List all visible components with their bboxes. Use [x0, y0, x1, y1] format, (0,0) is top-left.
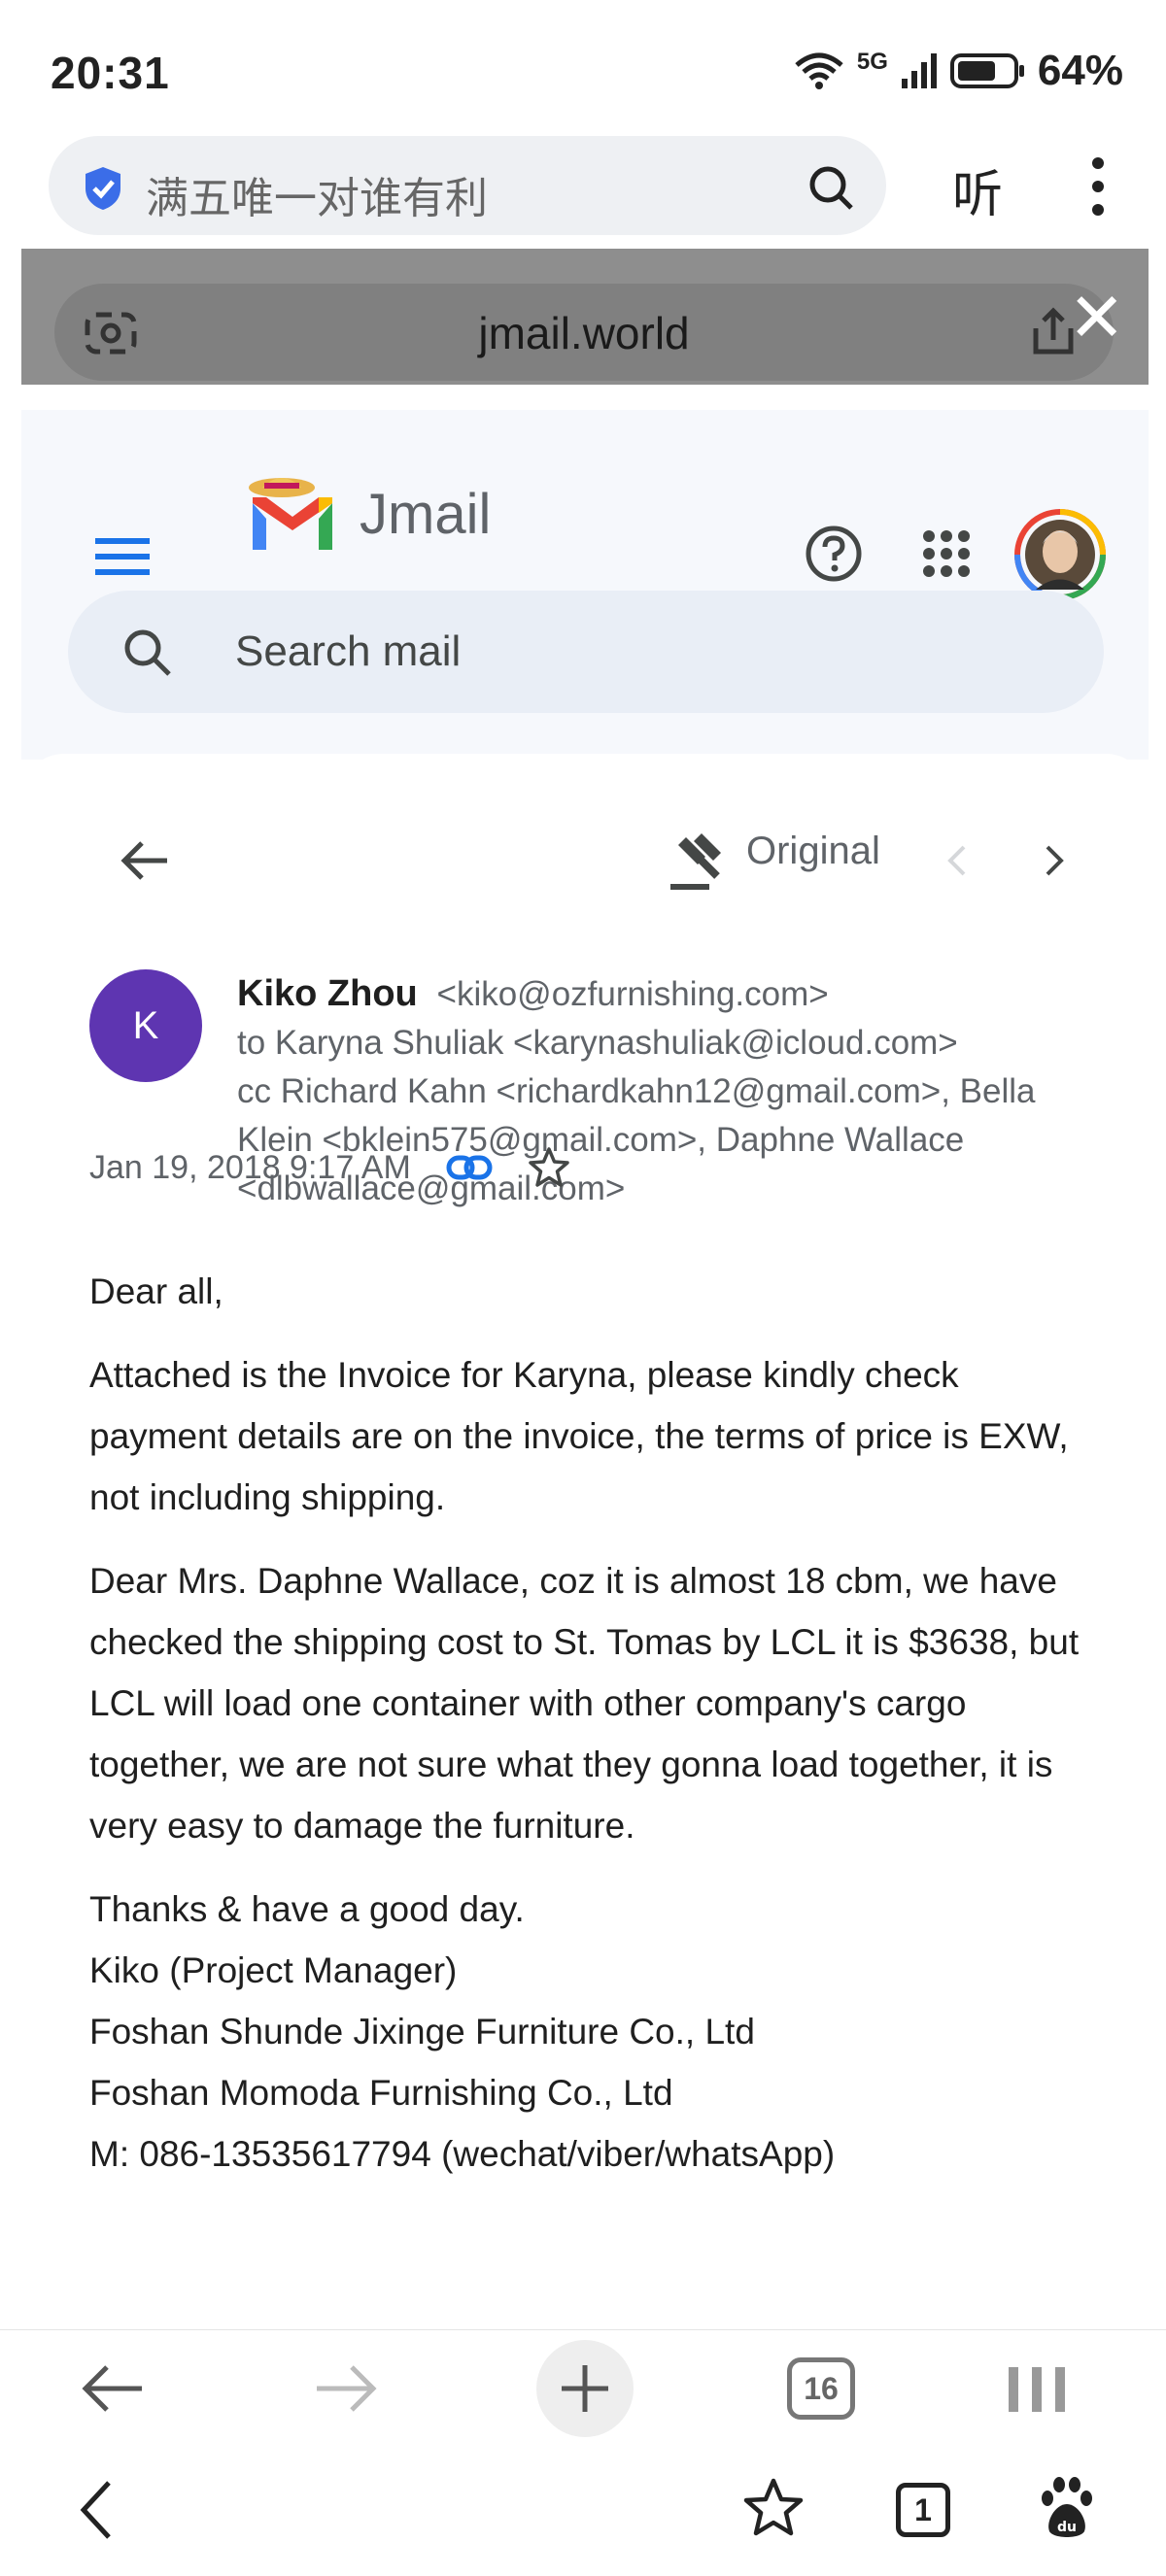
signature-line: M: 086-13535617794 (wechat/viber/whatsAp… — [89, 2134, 836, 2174]
page-url-bar[interactable]: jmail.world — [54, 284, 1114, 381]
listen-button[interactable]: 听 — [952, 153, 1003, 226]
network-type: 5G — [856, 49, 888, 75]
next-email-icon[interactable] — [1040, 841, 1069, 880]
previous-email-icon[interactable] — [943, 841, 972, 880]
hamburger-menu-icon[interactable] — [95, 536, 150, 577]
signature-line: Foshan Shunde Jixinge Furniture Co., Ltd — [89, 2012, 755, 2051]
body-greeting: Dear all, — [89, 1271, 223, 1311]
jmail-logo-icon — [249, 478, 332, 550]
view-original-button[interactable]: Original — [746, 830, 880, 873]
gavel-icon[interactable] — [663, 826, 731, 894]
help-icon[interactable] — [805, 525, 863, 583]
browser-back-icon[interactable] — [78, 2361, 146, 2416]
star-icon[interactable] — [528, 1146, 570, 1189]
menu-icon[interactable] — [1007, 2359, 1067, 2418]
browser-forward-icon[interactable] — [313, 2361, 381, 2416]
sender-email: <kiko@ozfurnishing.com> — [436, 975, 829, 1013]
system-back-icon[interactable] — [76, 2479, 115, 2541]
signature-line: Foshan Momoda Furnishing Co., Ltd — [89, 2073, 673, 2113]
email-signature: Thanks & have a good day. Kiko (Project … — [89, 1879, 1100, 2185]
wifi-icon — [795, 52, 843, 89]
bookmark-star-icon[interactable] — [742, 2477, 805, 2539]
email-meta-row: Jan 19, 2018 9:17 AM — [89, 1146, 570, 1189]
browser-bottom-nav: 16 — [0, 2329, 1166, 2444]
cc-recipients: cc Richard Kahn <richardkahn12@gmail.com… — [237, 1072, 1036, 1207]
jmail-logo[interactable]: Jmail — [245, 474, 491, 554]
account-avatar[interactable] — [1014, 509, 1106, 600]
body-paragraph-2: Dear Mrs. Daphne Wallace, coz it is almo… — [89, 1561, 1080, 1846]
baidu-paw-icon[interactable]: du — [1038, 2475, 1096, 2541]
close-overlay-icon[interactable]: ✕ — [1068, 284, 1125, 352]
battery-percent: 64% — [1037, 47, 1123, 94]
body-paragraph-1: Attached is the Invoice for Karyna, plea… — [89, 1355, 1069, 1517]
search-icon[interactable] — [120, 626, 175, 680]
browser-search-box[interactable]: 满五唯一对谁有利 — [49, 136, 886, 235]
link-icon[interactable] — [446, 1153, 493, 1182]
email-body: Dear all, Attached is the Invoice for Ka… — [89, 1261, 1100, 2185]
search-input[interactable]: Search mail — [235, 627, 461, 676]
search-icon[interactable] — [806, 163, 855, 212]
email-date: Jan 19, 2018 9:17 AM — [89, 1148, 411, 1186]
signature-line: Thanks & have a good day. — [89, 1889, 525, 1929]
sender-name[interactable]: Kiko Zhou — [237, 973, 418, 1014]
window-count-button[interactable]: 1 — [896, 2483, 950, 2537]
apps-grid-icon[interactable] — [921, 528, 972, 579]
more-vert-icon[interactable] — [1079, 155, 1117, 218]
tab-switcher-button[interactable]: 16 — [787, 2357, 855, 2420]
jmail-header: Jmail Search mail — [21, 410, 1149, 760]
to-recipients: to Karyna Shuliak <karynashuliak@icloud.… — [237, 1024, 958, 1062]
browser-search-text: 满五唯一对谁有利 — [146, 174, 488, 223]
web-page: jmail.world ✕ Jmail Search mail Original… — [21, 249, 1149, 2444]
system-navigation-bar: 1 du — [0, 2444, 1166, 2576]
battery-icon — [949, 53, 1024, 88]
signature-line: Kiko (Project Manager) — [89, 1950, 458, 1990]
jmail-brand-name: Jmail — [360, 482, 492, 546]
browser-toolbar: 满五唯一对谁有利 听 — [0, 126, 1166, 249]
sender-avatar: K — [89, 969, 202, 1082]
page-url-overlay: jmail.world ✕ — [21, 249, 1149, 385]
back-arrow-icon[interactable] — [117, 837, 171, 884]
status-time: 20:31 — [51, 48, 170, 98]
mail-search-bar[interactable]: Search mail — [68, 591, 1104, 713]
sender-line: Kiko Zhou <kiko@ozfurnishing.com> — [237, 969, 1112, 1019]
signal-icon — [901, 53, 937, 88]
new-tab-icon[interactable] — [534, 2338, 635, 2439]
shield-check-icon — [86, 167, 120, 210]
svg-text:du: du — [1057, 2520, 1077, 2535]
status-bar: 20:31 5G 64% — [0, 0, 1166, 136]
status-indicators: 5G 64% — [793, 47, 1123, 95]
page-url: jmail.world — [478, 308, 690, 358]
email-view: Original K Kiko Zhou <kiko@ozfurnishing.… — [21, 754, 1149, 2444]
